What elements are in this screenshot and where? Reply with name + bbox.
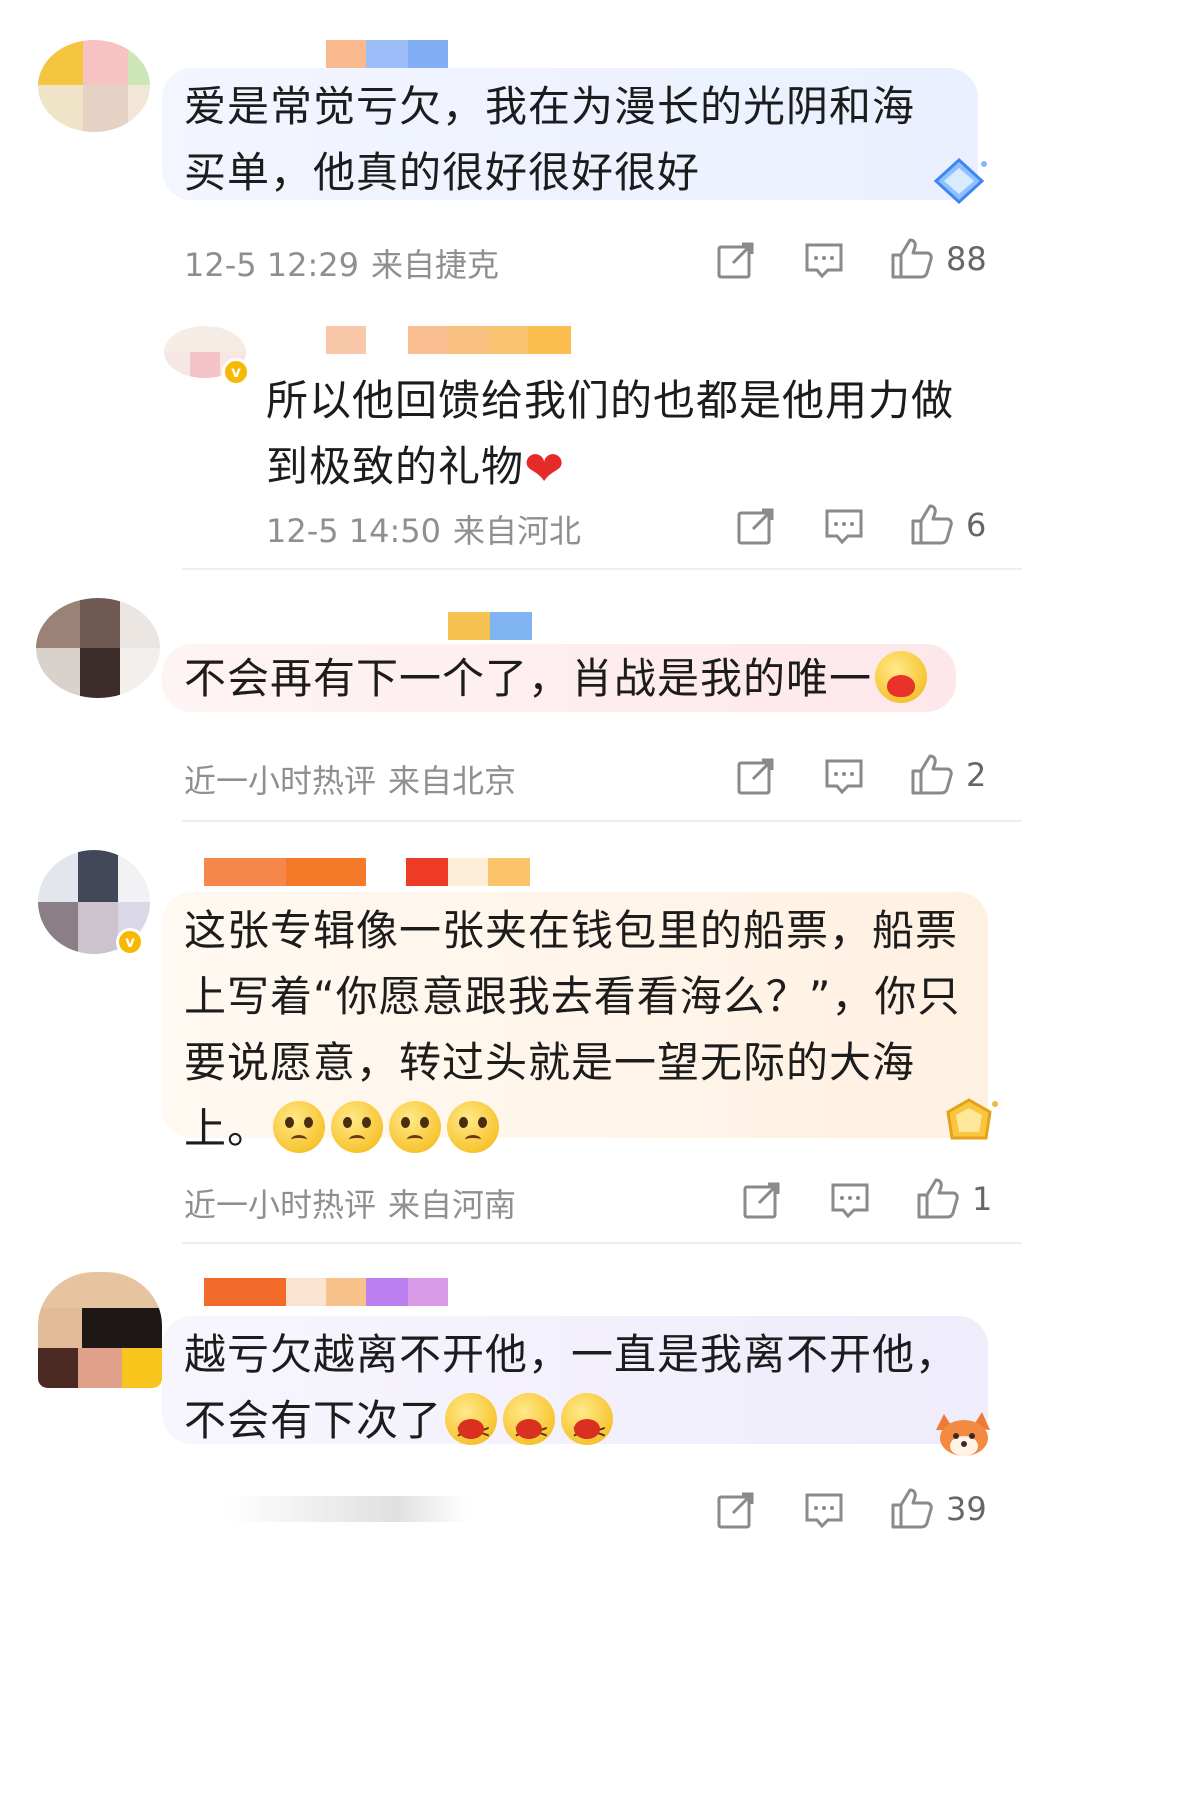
timestamp: 近一小时热评: [184, 1186, 377, 1224]
reply-icon[interactable]: [824, 506, 864, 550]
share-icon[interactable]: [716, 240, 756, 284]
comment-meta: 近一小时热评 来自河南: [184, 1180, 516, 1226]
fox-icon: [930, 1404, 1000, 1462]
comment-text-content: 所以他回馈给我们的也都是他用力做到极致的礼物: [266, 376, 955, 491]
location: 来自河南: [388, 1186, 517, 1224]
location: 来自河北: [453, 512, 582, 550]
divider: [182, 1242, 1022, 1244]
location: 来自北京: [388, 762, 517, 800]
wail-emoji: [503, 1393, 556, 1465]
reply-icon[interactable]: [830, 1180, 870, 1224]
wail-emoji: [445, 1393, 498, 1465]
comment-text: 不会再有下一个了，肖战是我的唯一: [184, 646, 944, 712]
like-count: 6: [966, 506, 987, 544]
meta-blurred: [228, 1496, 468, 1522]
share-icon[interactable]: [716, 1490, 756, 1534]
like-icon[interactable]: [910, 752, 954, 796]
heart-icon: ❤: [524, 441, 566, 497]
hug-emoji: [875, 651, 928, 703]
like-icon[interactable]: [916, 1176, 960, 1220]
comment-meta: 12-5 12:29 来自捷克: [184, 240, 499, 286]
gem-icon: [938, 1096, 1000, 1148]
verified-badge: v: [222, 358, 250, 386]
comment-text: 爱是常觉亏欠，我在为漫长的光阴和海买单，他真的很好很好很好: [184, 82, 916, 197]
timestamp: 近一小时热评: [184, 762, 377, 800]
username-blurred[interactable]: [326, 326, 571, 354]
avatar[interactable]: [38, 1272, 162, 1388]
avatar[interactable]: [36, 598, 160, 698]
comment-text: 所以他回馈给我们的也都是他用力做到极致的礼物❤: [266, 368, 986, 502]
like-icon[interactable]: [890, 1486, 934, 1530]
comment-text: 这张专辑像一张夹在钱包里的船票，船票上写着“你愿意跟我去看看海么？”，你只要说愿…: [184, 898, 964, 1162]
reply-icon[interactable]: [804, 240, 844, 284]
comment-text-content: 不会再有下一个了，肖战是我的唯一: [184, 654, 873, 703]
divider: [182, 568, 1022, 570]
timestamp: 12-5 12:29: [184, 246, 360, 284]
wail-emoji: [561, 1393, 614, 1465]
diamond-icon: [930, 156, 988, 206]
username-blurred[interactable]: [204, 858, 530, 886]
like-icon[interactable]: [890, 236, 934, 280]
reply-icon[interactable]: [824, 756, 864, 800]
like-count: 88: [946, 240, 987, 278]
comment-text: 越亏欠越离不开他，一直是我离不开他，不会有下次了: [184, 1322, 964, 1465]
location: 来自捷克: [371, 246, 500, 284]
share-icon[interactable]: [736, 506, 776, 550]
like-count: 39: [946, 1490, 987, 1528]
username-blurred[interactable]: [326, 40, 448, 68]
avatar[interactable]: [38, 40, 150, 132]
comment-meta: 12-5 14:50 来自河北: [266, 506, 581, 552]
timestamp: 12-5 14:50: [266, 512, 442, 550]
crying-emoji: [447, 1101, 500, 1153]
crying-emoji: [273, 1101, 326, 1153]
crying-emoji: [389, 1101, 442, 1153]
like-count: 2: [966, 756, 987, 794]
comment-meta: 近一小时热评 来自北京: [184, 756, 516, 802]
like-count: 1: [972, 1180, 993, 1218]
divider: [182, 820, 1022, 822]
reply-icon[interactable]: [804, 1490, 844, 1534]
username-blurred[interactable]: [448, 612, 532, 640]
crying-emoji: [331, 1101, 384, 1153]
username-blurred[interactable]: [204, 1278, 448, 1306]
share-icon[interactable]: [742, 1180, 782, 1224]
share-icon[interactable]: [736, 756, 776, 800]
verified-badge: v: [116, 928, 144, 956]
like-icon[interactable]: [910, 502, 954, 546]
